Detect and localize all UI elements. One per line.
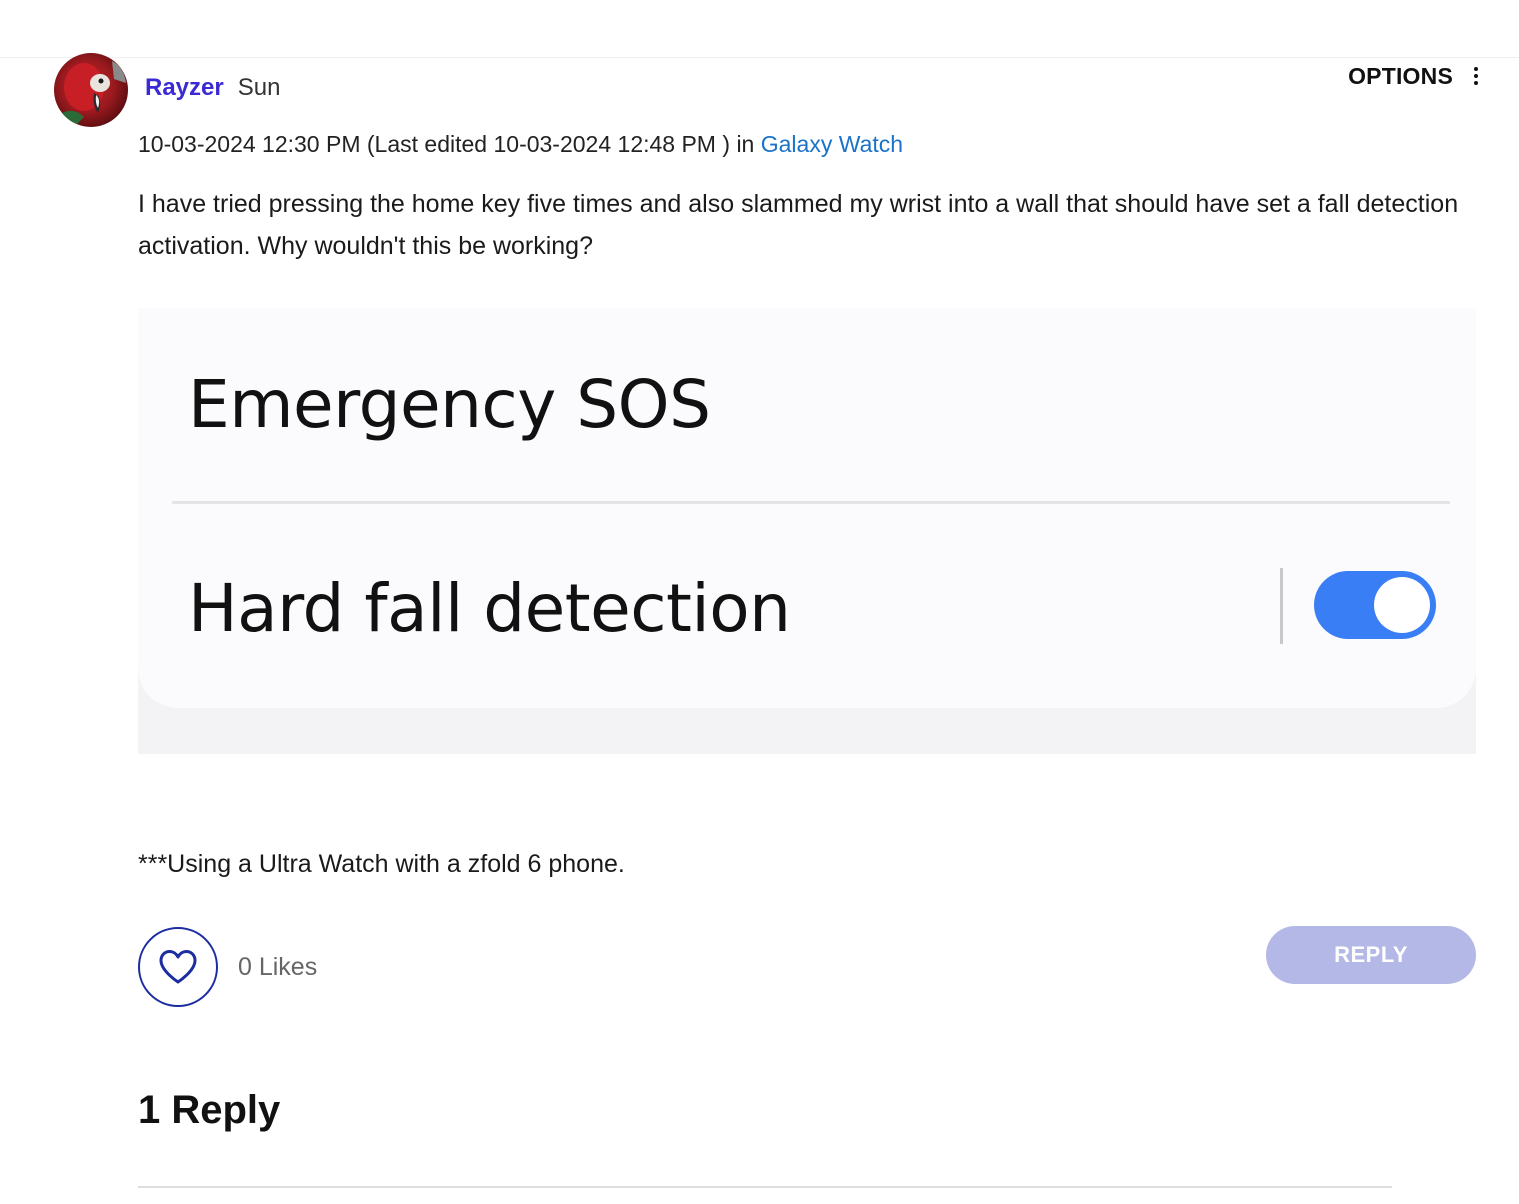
replies-heading: 1 Reply: [138, 1088, 281, 1132]
replies-divider: [138, 1186, 1392, 1188]
settings-divider: [172, 501, 1450, 504]
post-note: ***Using a Ultra Watch with a zfold 6 ph…: [138, 850, 625, 878]
like-button[interactable]: [138, 927, 218, 1007]
options-label: OPTIONS: [1348, 62, 1453, 89]
edited-suffix: ): [722, 131, 731, 157]
options-menu-button[interactable]: OPTIONS: [1348, 60, 1485, 92]
setting-label: Hard fall detection: [188, 570, 791, 647]
post-image[interactable]: Emergency SOS Hard fall detection: [138, 308, 1476, 754]
author-avatar[interactable]: [54, 53, 128, 127]
post-meta: 10-03-2024 12:30 PM (Last edited 10-03-2…: [138, 131, 903, 158]
settings-title: Emergency SOS: [188, 366, 711, 443]
post-body: I have tried pressing the home key five …: [138, 190, 1459, 260]
author-name-link[interactable]: Rayzer: [145, 74, 224, 102]
like-count: 0 Likes: [238, 953, 318, 981]
in-label: in: [736, 131, 755, 157]
parrot-avatar-icon: [58, 61, 126, 127]
setting-separator: [1280, 568, 1283, 644]
author-rank: Sun: [237, 74, 281, 101]
edited-date: 10-03-2024 12:48 PM: [493, 131, 716, 157]
kebab-menu-icon: [1467, 64, 1485, 88]
toggle-knob: [1374, 577, 1430, 633]
top-divider: [0, 57, 1519, 58]
heart-icon: [159, 950, 197, 984]
hard-fall-toggle: [1314, 571, 1436, 639]
board-link[interactable]: Galaxy Watch: [761, 131, 903, 157]
reply-button[interactable]: REPLY: [1266, 926, 1476, 984]
edited-prefix: (Last edited: [366, 131, 488, 157]
page: Rayzer Sun OPTIONS 10-03-2024 12:30 PM (…: [0, 0, 1519, 1204]
settings-card: Emergency SOS Hard fall detection: [138, 308, 1476, 708]
post-date: 10-03-2024 12:30 PM: [138, 131, 361, 157]
author-row: Rayzer Sun: [145, 74, 280, 104]
